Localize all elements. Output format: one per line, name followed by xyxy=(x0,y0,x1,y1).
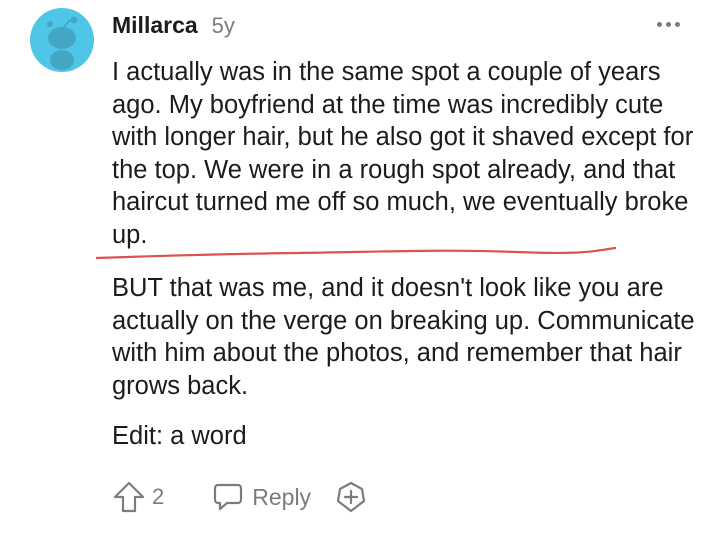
avatar[interactable] xyxy=(30,8,94,72)
upvote-count: 2 xyxy=(152,484,165,509)
comment-paragraph: Edit: a word xyxy=(112,422,247,450)
comment-actions: 2 Reply xyxy=(112,480,367,514)
comment-paragraph: BUT that was me, and it doesn't look lik… xyxy=(112,274,695,400)
comment-header: Millarca 5y xyxy=(112,12,235,39)
reply-button[interactable]: Reply xyxy=(212,481,311,513)
reply-label: Reply xyxy=(252,483,312,510)
comment-age: 5y xyxy=(211,13,235,38)
upvote-button[interactable]: 2 xyxy=(112,480,164,514)
comment-paragraph: I actually was in the same spot a couple… xyxy=(112,58,694,249)
red-underline-annotation xyxy=(96,246,616,260)
award-button[interactable] xyxy=(335,481,367,513)
more-options-button[interactable] xyxy=(657,22,680,27)
award-plus-icon xyxy=(336,481,366,513)
upvote-arrow-icon xyxy=(113,481,145,513)
more-dots-icon xyxy=(657,22,662,27)
username[interactable]: Millarca xyxy=(112,12,198,39)
speech-bubble-icon xyxy=(214,483,243,511)
